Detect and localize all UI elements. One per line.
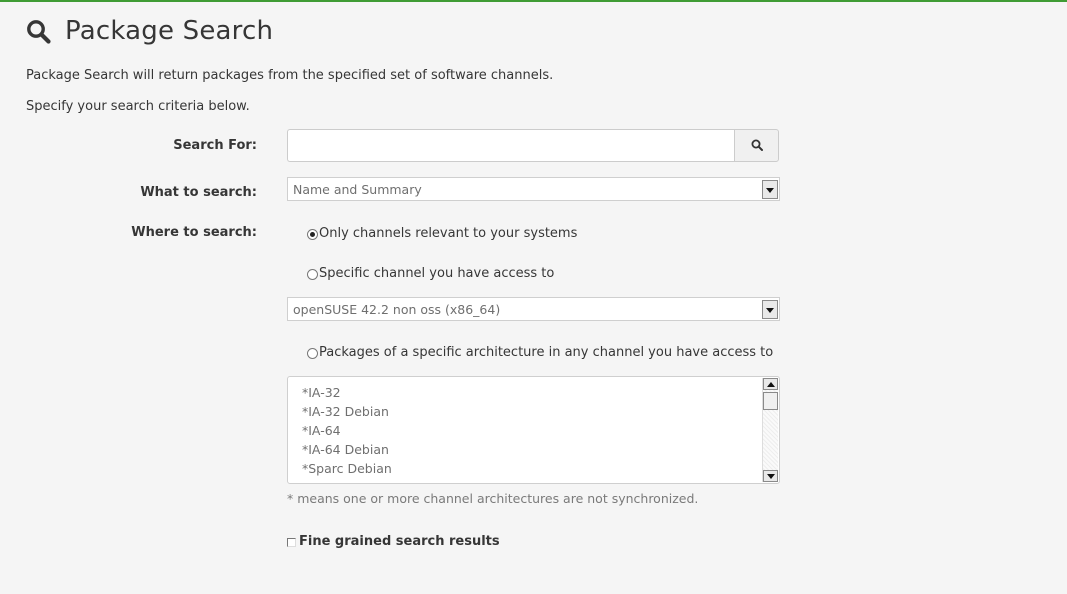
list-item[interactable]: *Sparc Debian	[302, 461, 392, 480]
intro-text: Package Search will return packages from…	[26, 68, 554, 83]
instruction-text: Specify your search criteria below.	[26, 99, 250, 114]
page-header: Package Search	[26, 16, 273, 46]
scroll-down-arrow-icon[interactable]	[763, 470, 778, 482]
scrollbar-thumb[interactable]	[763, 392, 778, 410]
chevron-down-icon[interactable]	[762, 300, 778, 319]
list-item[interactable]: *IA-64	[302, 423, 392, 442]
what-to-search-label: What to search:	[140, 185, 257, 200]
what-to-search-value: Name and Summary	[293, 182, 422, 197]
radio-label: Packages of a specific architecture in a…	[319, 345, 774, 360]
search-field-group	[287, 129, 779, 162]
radio-label: Only channels relevant to your systems	[319, 226, 578, 241]
search-button[interactable]	[734, 129, 779, 162]
architecture-listbox[interactable]: *IA-32 *IA-32 Debian *IA-64 *IA-64 Debia…	[287, 376, 780, 484]
where-to-search-label: Where to search:	[131, 225, 257, 240]
search-input[interactable]	[287, 129, 734, 162]
search-for-label: Search For:	[173, 138, 257, 153]
list-item[interactable]: *IA-32	[302, 385, 392, 404]
list-item[interactable]: *IA-64 Debian	[302, 442, 392, 461]
radio-button[interactable]	[307, 348, 318, 359]
radio-specific-channel[interactable]: Specific channel you have access to	[307, 266, 554, 281]
radio-button[interactable]	[307, 269, 318, 280]
architecture-note: * means one or more channel architecture…	[287, 491, 699, 506]
fine-grained-option[interactable]: Fine grained search results	[287, 534, 500, 549]
radio-label: Specific channel you have access to	[319, 266, 555, 281]
fine-grained-checkbox[interactable]	[287, 538, 296, 547]
channel-select[interactable]: openSUSE 42.2 non oss (x86_64)	[287, 297, 780, 321]
chevron-down-icon[interactable]	[762, 180, 778, 199]
scrollbar[interactable]	[762, 378, 778, 482]
scroll-up-arrow-icon[interactable]	[763, 378, 778, 390]
page-title: Package Search	[65, 16, 274, 46]
search-icon	[751, 136, 763, 155]
channel-select-value: openSUSE 42.2 non oss (x86_64)	[293, 302, 501, 317]
list-item[interactable]: *IA-32 Debian	[302, 404, 392, 423]
radio-button[interactable]	[307, 229, 318, 240]
radio-architecture[interactable]: Packages of a specific architecture in a…	[307, 345, 773, 360]
fine-grained-label: Fine grained search results	[299, 534, 500, 549]
radio-relevant-channels[interactable]: Only channels relevant to your systems	[307, 226, 577, 241]
search-icon	[26, 19, 51, 44]
what-to-search-select[interactable]: Name and Summary	[287, 177, 780, 201]
